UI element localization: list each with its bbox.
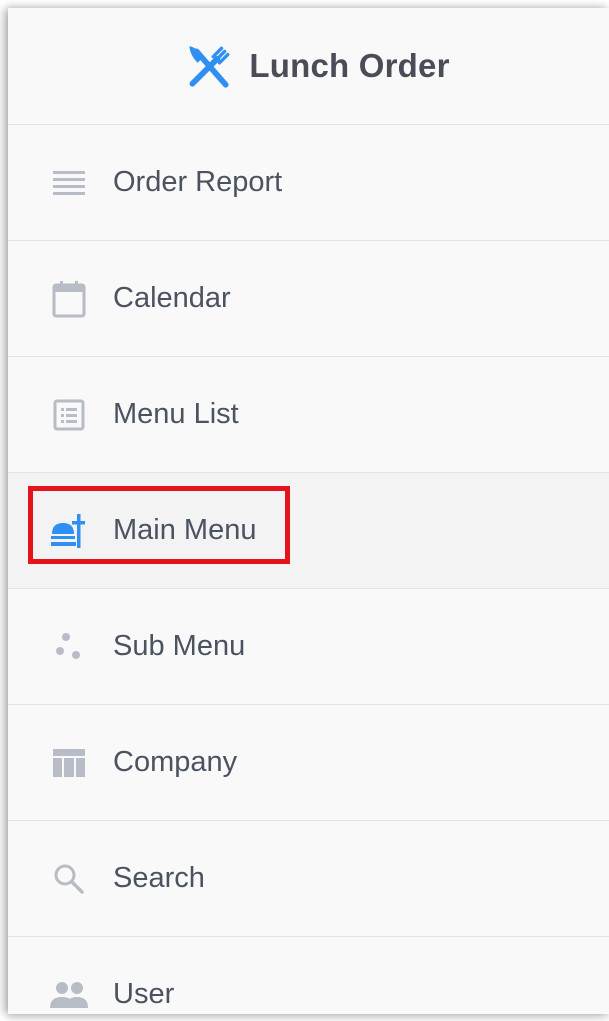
sidebar-item-main-menu[interactable]: Main Menu: [8, 473, 609, 589]
sidebar-item-menu-list[interactable]: Menu List: [8, 357, 609, 473]
sidebar-item-label: Calendar: [113, 282, 231, 314]
calendar-icon: [50, 280, 88, 318]
fork-knife-icon: [189, 46, 230, 88]
sidebar-item-order-report[interactable]: Order Report: [8, 125, 609, 241]
search-icon: [50, 860, 88, 898]
sidebar-item-company[interactable]: Company: [8, 705, 609, 821]
sidebar-item-user[interactable]: User: [8, 937, 609, 1014]
list-lines-icon: [50, 164, 88, 202]
sidebar-item-label: Main Menu: [113, 514, 257, 546]
app-title: Lunch Order: [249, 47, 450, 84]
dots-icon: [50, 628, 88, 666]
sidebar-item-label: Order Report: [113, 166, 283, 198]
sidebar-item-label: User: [113, 978, 175, 1010]
list-box-icon: [50, 396, 88, 434]
sidebar-item-search[interactable]: Search: [8, 821, 609, 937]
users-icon: [50, 976, 88, 1014]
sidebar-item-label: Sub Menu: [113, 630, 246, 662]
sidebar-item-label: Search: [113, 862, 205, 894]
table-grid-icon: [50, 744, 88, 782]
sidebar-item-label: Menu List: [113, 398, 239, 430]
food-tray-icon: [50, 512, 88, 550]
brand-header[interactable]: Lunch Order: [8, 8, 609, 125]
sidebar-item-label: Company: [113, 746, 238, 778]
sidebar: Lunch Order Order Report Calendar Menu L…: [8, 8, 609, 1014]
sidebar-item-sub-menu[interactable]: Sub Menu: [8, 589, 609, 705]
sidebar-item-calendar[interactable]: Calendar: [8, 241, 609, 357]
